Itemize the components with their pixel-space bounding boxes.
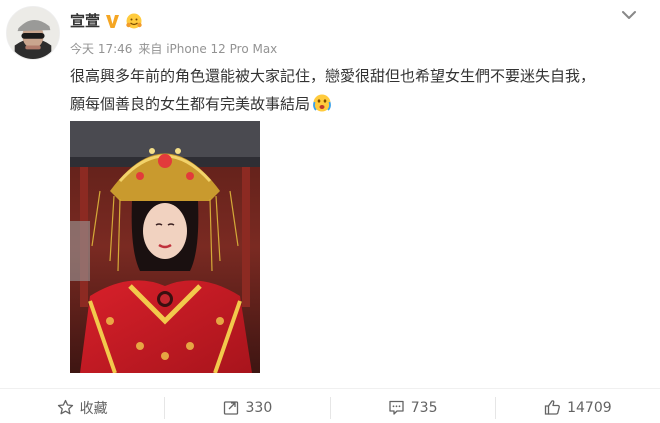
post-photo[interactable] — [70, 121, 260, 373]
comment-icon — [389, 400, 404, 415]
post-text: 很高興多年前的角色還能被大家記住，戀愛很甜但也希望女生們不要迷失自我， 願每個善… — [70, 62, 655, 118]
comment-count: 735 — [410, 399, 438, 416]
post-source: 来自 iPhone 12 Pro Max — [138, 42, 278, 56]
comment-button[interactable]: 735 — [331, 392, 495, 423]
hug-emoji-icon — [125, 12, 143, 30]
user-avatar[interactable] — [6, 6, 60, 60]
username[interactable]: 宣萱 — [70, 11, 100, 31]
favorite-label: 收藏 — [79, 400, 108, 417]
crying-emoji-icon — [312, 93, 332, 113]
thumbs-up-icon — [544, 400, 560, 415]
actions-divider — [0, 388, 660, 389]
photo-icon — [70, 121, 260, 373]
post-header: 宣萱 — [70, 11, 143, 31]
action-bar: 收藏 330 735 14709 — [0, 392, 660, 423]
post-timestamp[interactable]: 今天 17:46 — [70, 42, 132, 56]
repost-button[interactable]: 330 — [165, 392, 329, 423]
avatar-image — [7, 7, 59, 59]
chevron-down-icon[interactable] — [620, 6, 638, 24]
post-meta: 今天 17:46 来自 iPhone 12 Pro Max — [70, 41, 283, 57]
post-text-line-1: 很高興多年前的角色還能被大家記住，戀愛很甜但也希望女生們不要迷失自我， — [70, 67, 596, 85]
star-icon — [57, 399, 73, 415]
post-text-line-2-content: 願每個善良的女生都有完美故事結局 — [70, 95, 311, 113]
like-count: 14709 — [567, 399, 612, 416]
weibo-post: 宣萱 今天 17:46 来自 iPhone 12 Pro Max 很高興多年前的角… — [0, 0, 660, 423]
verified-v-badge-icon — [104, 13, 121, 30]
like-button[interactable]: 14709 — [496, 392, 660, 423]
favorite-button[interactable]: 收藏 — [0, 392, 164, 423]
post-text-line-2: 願每個善良的女生都有完美故事結局 — [70, 90, 655, 118]
repost-icon — [223, 401, 238, 415]
repost-count: 330 — [245, 399, 273, 416]
